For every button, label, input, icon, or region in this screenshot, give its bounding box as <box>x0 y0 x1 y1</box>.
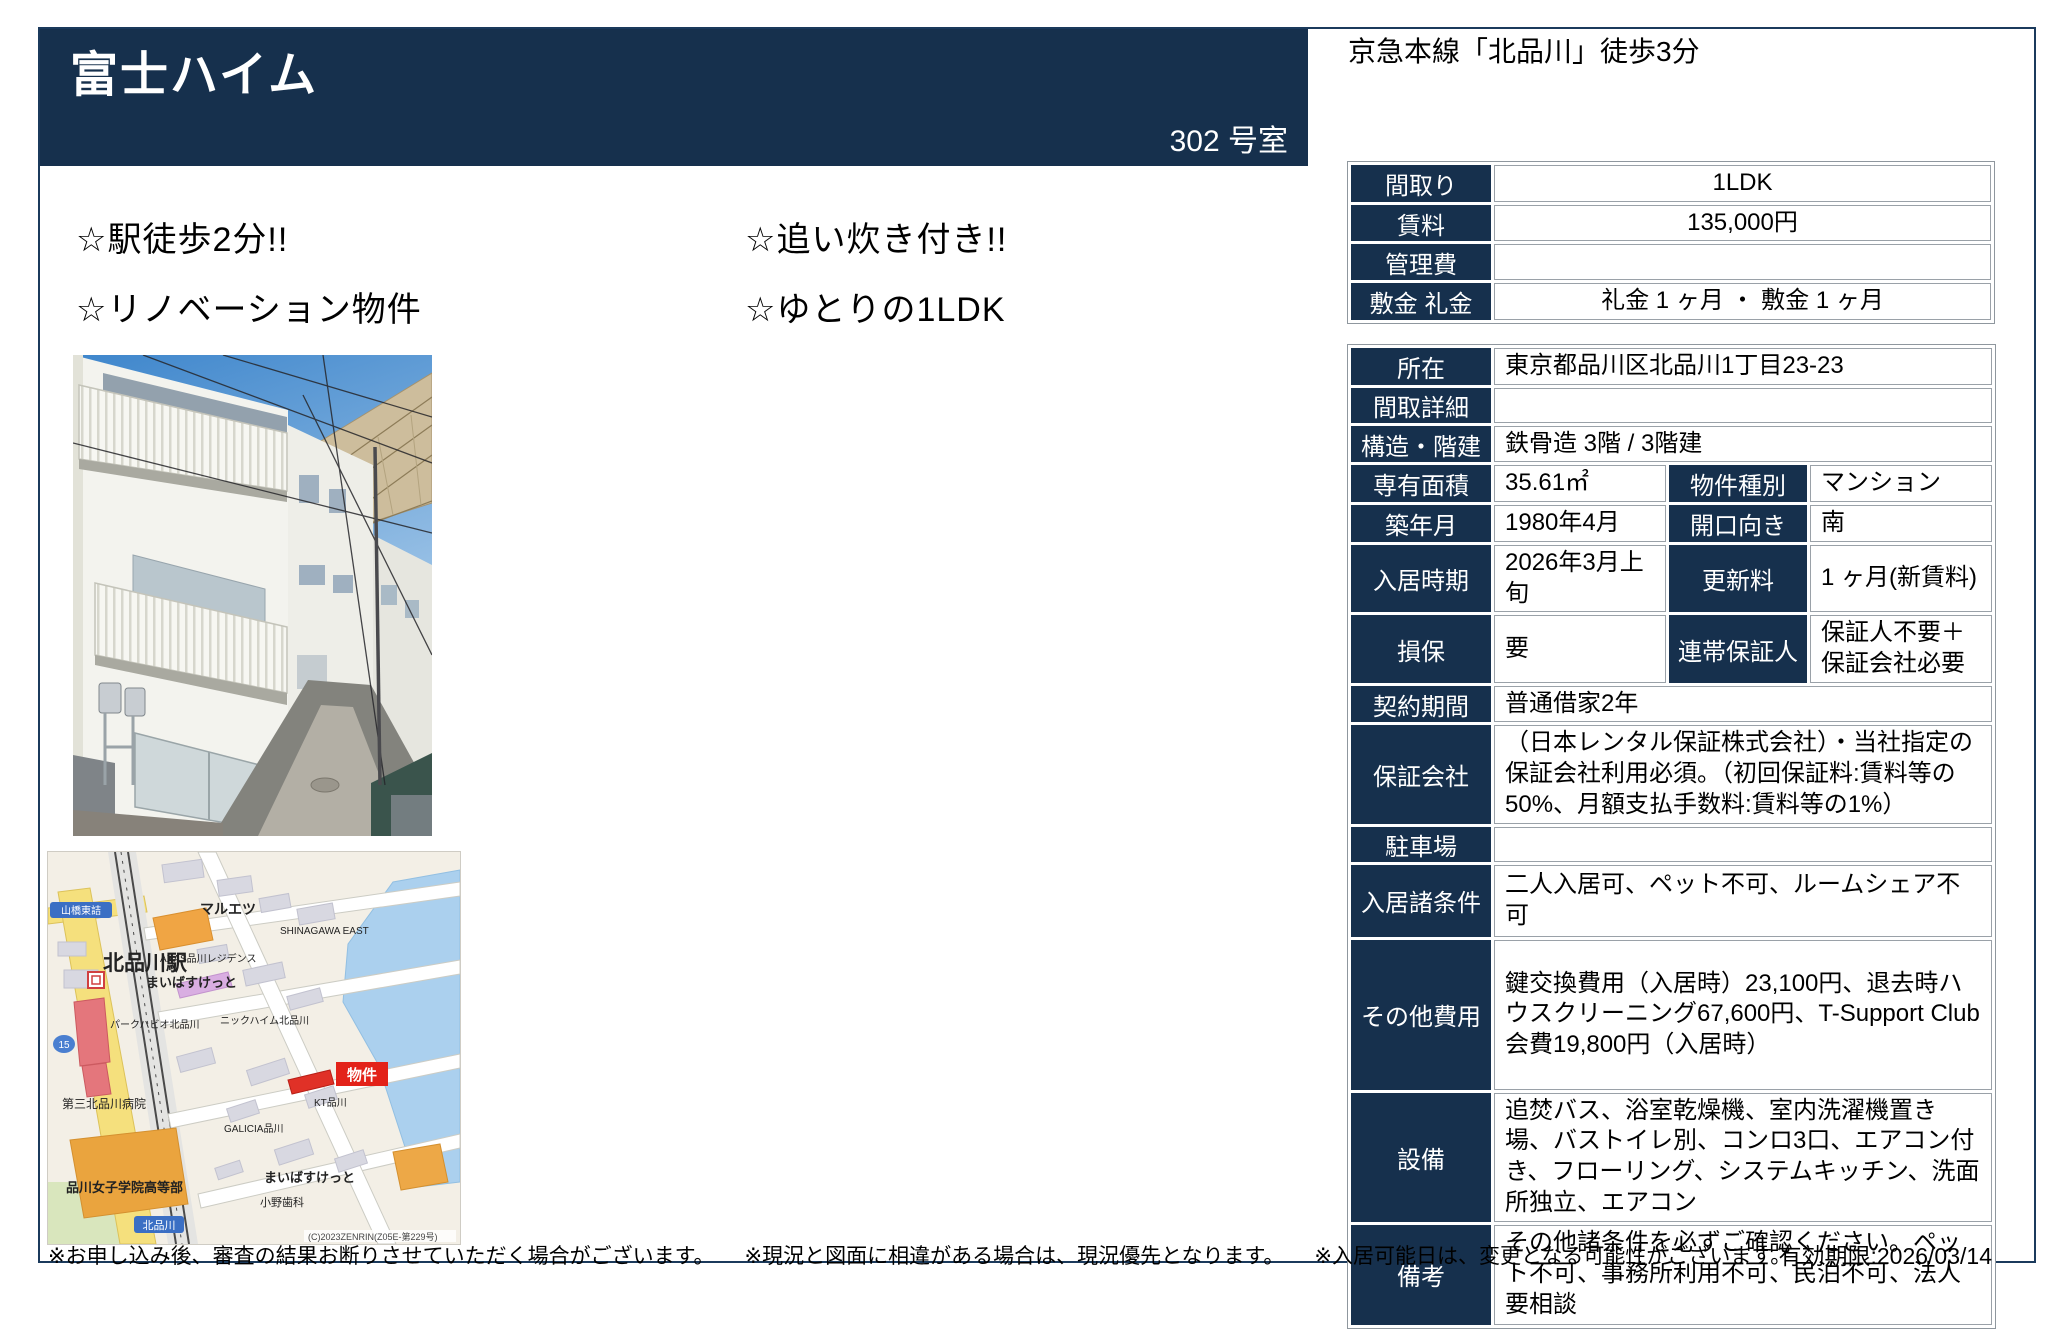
detail-value-facing: 南 <box>1810 505 1992 542</box>
detail-value-contract: 普通借家2年 <box>1494 686 1992 723</box>
detail-label: その他費用 <box>1351 940 1491 1090</box>
property-photo <box>73 355 432 836</box>
summary-label: 賃料 <box>1351 205 1491 242</box>
map-label-supermarket: マルエツ <box>200 901 256 917</box>
detail-value-movein: 2026年3月上旬 <box>1494 545 1666 612</box>
summary-value-kanrihi <box>1494 244 1991 280</box>
detail-label: 専有面積 <box>1351 465 1491 502</box>
header-bar: 富士ハイム 302 号室 <box>40 29 1308 166</box>
map-label-galicia: GALICIA品川 <box>224 1123 283 1135</box>
summary-label: 敷金 礼金 <box>1351 283 1491 320</box>
summary-value-madori: 1LDK <box>1494 165 1991 202</box>
summary-label: 間取り <box>1351 165 1491 202</box>
highlight-4: ☆ゆとりの1LDK <box>745 282 1006 331</box>
map-label-east: SHINAGAWA EAST <box>280 926 369 937</box>
detail-table: 所在 東京都品川区北品川1丁目23-23 間取詳細 構造・階建 鉄骨造 3階 /… <box>1347 344 1996 1329</box>
building-name: 富士ハイム <box>70 35 318 105</box>
detail-label: 物件種別 <box>1669 465 1807 502</box>
summary-value-shikirei: 礼金 1 ヶ月 ・ 敷金 1 ヶ月 <box>1494 283 1991 320</box>
map-label-dental: 小野歯科 <box>260 1195 304 1209</box>
map-label-hospital: 第三北品川病院 <box>62 1096 146 1111</box>
footer-note-2: ※現況と図面に相違がある場合は、現況優先となります。 <box>745 1245 1285 1268</box>
map-badge-bridge: 山橋東詰 <box>61 904 101 917</box>
detail-label: 更新料 <box>1669 545 1807 612</box>
summary-table: 間取り 1LDK 賃料 135,000円 管理費 敷金 礼金 礼金 1 ヶ月 ・… <box>1347 161 1995 324</box>
detail-value-area: 35.61㎡ <box>1494 465 1666 502</box>
map-label-school: 品川女子学院高等部 <box>66 1180 183 1195</box>
detail-label: 損保 <box>1351 615 1491 682</box>
detail-value-insurance: 要 <box>1494 615 1666 682</box>
detail-value-type: マンション <box>1810 465 1992 502</box>
footer-note-1: ※お申し込み後、審査の結果お断りさせていただく場合がございます。 <box>48 1245 715 1268</box>
map-label-minimart1: まいばすけっと <box>146 975 237 990</box>
neighborhood-map: 15 山橋東詰 北品川 物件 北品川駅 マルエツ まいばすけっと SHINAGA… <box>47 851 461 1245</box>
room-number: 302 号室 <box>1170 116 1288 160</box>
detail-label: 築年月 <box>1351 505 1491 542</box>
access-line: 京急本線「北品川」徒歩3分 <box>1348 30 1700 70</box>
map-label-park-habio: パークハビオ北品川 <box>110 1019 200 1031</box>
map-label-minimart2: まいばすけっと <box>264 1170 355 1185</box>
footer-notes: ※お申し込み後、審査の結果お断りさせていただく場合がございます。 ※現況と図面に相… <box>48 1240 1821 1270</box>
detail-value-other-fees: 鍵交換費用（入居時）23,100円、退去時ハウスクリーニング67,600円、T-… <box>1494 940 1992 1090</box>
highlight-3: ☆リノベーション物件 <box>76 282 422 331</box>
detail-value-structure: 鉄骨造 3階 / 3階建 <box>1494 426 1992 463</box>
detail-value-parking <box>1494 827 1992 862</box>
property-photo-illustration <box>73 355 432 836</box>
detail-label: 開口向き <box>1669 505 1807 542</box>
detail-value-conditions: 二人入居可、ペット不可、ルームシェア不可 <box>1494 865 1992 937</box>
detail-value-equipment: 追焚バス、浴室乾燥機、室内洗濯機置き場、バストイレ別、コンロ3口、エアコン付き、… <box>1494 1093 1992 1222</box>
detail-value-built: 1980年4月 <box>1494 505 1666 542</box>
summary-value-rent: 135,000円 <box>1494 205 1991 242</box>
detail-label: 間取詳細 <box>1351 388 1491 423</box>
detail-label: 所在 <box>1351 348 1491 385</box>
detail-value-address: 東京都品川区北品川1丁目23-23 <box>1494 348 1992 385</box>
map-badge-kitashinagawa: 北品川 <box>143 1219 176 1232</box>
detail-label: 契約期間 <box>1351 686 1491 723</box>
map-route-15: 15 <box>58 1040 70 1051</box>
detail-value-guarantor: 保証人不要＋保証会社必要 <box>1810 615 1992 682</box>
summary-label: 管理費 <box>1351 244 1491 280</box>
map-label-nick-heim: ニックハイム北品川 <box>220 1015 309 1027</box>
map-property-chip: 物件 <box>347 1066 377 1084</box>
detail-value-renewal: 1 ヶ月(新賃料) <box>1810 545 1992 612</box>
map-label-axas: AXAS品川レジデンス <box>160 952 256 965</box>
detail-label: 構造・階建 <box>1351 426 1491 463</box>
expiry-date: 有効期限:2026/03/14 <box>1600 1237 1992 1271</box>
detail-value-madori-detail <box>1494 388 1992 423</box>
highlight-2: ☆追い炊き付き!! <box>745 212 1007 261</box>
detail-value-guarantee-co: （日本レンタル保証株式会社）・当社指定の保証会社利用必須。（初回保証料:賃料等の… <box>1494 725 1992 823</box>
detail-label: 連帯保証人 <box>1669 615 1807 682</box>
detail-label: 駐車場 <box>1351 827 1491 862</box>
detail-label: 入居諸条件 <box>1351 865 1491 937</box>
detail-label: 設備 <box>1351 1093 1491 1222</box>
map-illustration: 15 山橋東詰 北品川 物件 北品川駅 マルエツ まいばすけっと SHINAGA… <box>48 852 460 1244</box>
map-label-kt: KT品川 <box>314 1097 347 1109</box>
detail-label: 保証会社 <box>1351 725 1491 823</box>
detail-label: 入居時期 <box>1351 545 1491 612</box>
highlight-1: ☆駅徒歩2分!! <box>76 212 288 261</box>
